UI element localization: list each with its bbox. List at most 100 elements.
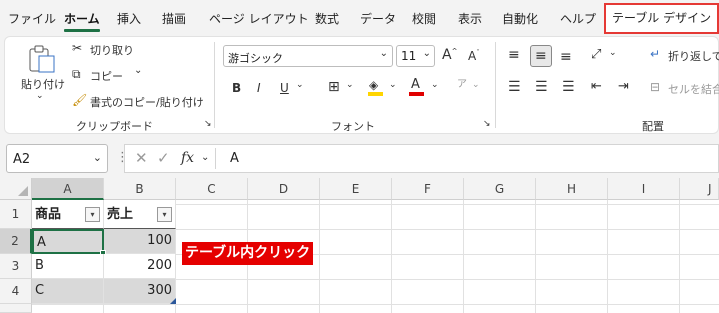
font-group-label: フォント xyxy=(331,120,375,133)
row-header-1[interactable]: 1 xyxy=(0,200,32,229)
formula-input[interactable]: A xyxy=(230,151,239,166)
font-size-select[interactable]: 11 ⌄ xyxy=(396,45,435,67)
bold-icon[interactable]: B xyxy=(232,82,241,94)
align-top-icon[interactable]: ≡ xyxy=(508,48,520,62)
decrease-indent-icon[interactable]: ⇤ xyxy=(591,80,602,93)
insert-function-icon[interactable]: fx xyxy=(181,151,194,165)
scissors-icon: ✂ xyxy=(72,41,83,55)
filter-dropdown-icon[interactable]: ▾ xyxy=(157,207,172,222)
tab-formulas[interactable]: 数式 xyxy=(315,0,339,36)
paste-label: 貼り付け xyxy=(21,78,65,91)
table-header-cell[interactable]: 商品 ▾ xyxy=(32,200,104,229)
wrap-text-label: 折り返して xyxy=(668,50,719,63)
format-painter-icon: 🖌 xyxy=(72,93,88,107)
divider xyxy=(214,42,215,128)
table-cell-selected[interactable]: A xyxy=(32,229,104,254)
tab-review[interactable]: 校閲 xyxy=(412,0,436,36)
column-header-a[interactable]: A xyxy=(32,178,104,200)
format-painter-label: 書式のコピー/貼り付け xyxy=(90,96,204,109)
header-label: 売上 xyxy=(107,207,134,222)
row-header-4[interactable]: 4 xyxy=(0,279,32,304)
enter-icon[interactable]: ✓ xyxy=(157,151,170,166)
align-center-icon[interactable]: ☰ xyxy=(535,80,548,94)
select-all-corner[interactable] xyxy=(0,178,32,200)
tab-view[interactable]: 表示 xyxy=(458,0,482,36)
table-cell[interactable]: C xyxy=(32,279,104,304)
chevron-down-icon: ⌄ xyxy=(36,91,44,101)
column-header-g[interactable]: G xyxy=(464,178,536,200)
phonetic-guide-icon[interactable]: ア xyxy=(457,80,467,90)
chevron-down-icon[interactable]: ⌄ xyxy=(609,49,617,58)
align-left-icon[interactable]: ☰ xyxy=(508,80,521,94)
copy-button[interactable]: ⧉ コピー ⌄ xyxy=(72,66,152,84)
tab-page-layout[interactable]: ページ レイアウト xyxy=(209,0,309,36)
table-cell[interactable]: 300 xyxy=(104,279,176,304)
copy-icon: ⧉ xyxy=(72,67,81,81)
column-header-f[interactable]: F xyxy=(392,178,464,200)
increase-font-icon[interactable]: A^ xyxy=(442,48,457,62)
name-box-value: A2 xyxy=(13,152,31,167)
column-header-b[interactable]: B xyxy=(104,178,176,200)
name-box[interactable]: A2 ⌄ xyxy=(6,144,108,173)
divider xyxy=(215,148,216,169)
column-header-i[interactable]: I xyxy=(608,178,680,200)
row-header-5[interactable] xyxy=(0,304,32,313)
clipboard-group-label: クリップボード xyxy=(76,120,153,133)
fill-color-swatch xyxy=(368,92,383,96)
filter-dropdown-icon[interactable]: ▾ xyxy=(85,207,100,222)
column-header-j[interactable]: J xyxy=(680,178,719,200)
table-resize-handle[interactable] xyxy=(170,298,176,304)
chevron-down-icon[interactable]: ⌄ xyxy=(134,66,142,76)
italic-icon[interactable]: I xyxy=(257,82,261,94)
dialog-launcher-icon[interactable]: ↘ xyxy=(483,120,491,129)
formula-input-area: ✕ ✓ fx ⌄ A xyxy=(124,144,719,173)
underline-icon[interactable]: U xyxy=(280,82,289,94)
orientation-icon[interactable]: ⤢ xyxy=(591,48,601,61)
paste-button[interactable]: 貼り付け ⌄ xyxy=(20,42,65,104)
font-name-select[interactable]: 游ゴシック ⌄ xyxy=(223,45,393,67)
tab-data[interactable]: データ xyxy=(360,0,396,36)
font-color-icon: A xyxy=(411,77,420,92)
tab-automate[interactable]: 自動化 xyxy=(502,0,538,36)
chevron-down-icon[interactable]: ⌄ xyxy=(389,81,397,90)
fill-color-button[interactable]: ◈ xyxy=(368,78,384,98)
increase-indent-icon[interactable]: ⇥ xyxy=(618,80,629,93)
tab-insert[interactable]: 挿入 xyxy=(117,0,141,36)
chevron-down-icon: ⌄ xyxy=(92,151,102,164)
chevron-down-icon[interactable]: ⌄ xyxy=(472,81,480,90)
tab-home[interactable]: ホーム xyxy=(64,0,100,36)
borders-icon[interactable]: ⊞ xyxy=(328,80,340,94)
chevron-down-icon[interactable]: ⌄ xyxy=(296,81,304,90)
tab-draw[interactable]: 描画 xyxy=(162,0,186,36)
dialog-launcher-icon[interactable]: ↘ xyxy=(204,120,212,129)
tab-table-design[interactable]: テーブル デザイン xyxy=(604,3,719,34)
column-header-h[interactable]: H xyxy=(536,178,608,200)
tab-help[interactable]: ヘルプ xyxy=(560,0,596,36)
row-header-3[interactable]: 3 xyxy=(0,254,32,279)
chevron-down-icon[interactable]: ⌄ xyxy=(431,81,439,90)
paint-bucket-icon: ◈ xyxy=(369,78,379,92)
table-cell[interactable]: B xyxy=(32,254,104,279)
row-header-2[interactable]: 2 xyxy=(0,229,32,254)
column-header-e[interactable]: E xyxy=(320,178,392,200)
table-cell[interactable]: 200 xyxy=(104,254,176,279)
column-header-c[interactable]: C xyxy=(176,178,248,200)
align-bottom-icon[interactable]: ≡ xyxy=(560,50,572,64)
decrease-font-icon[interactable]: Aˇ xyxy=(468,50,480,63)
chevron-down-icon[interactable]: ⌄ xyxy=(346,81,354,90)
table-header-cell[interactable]: 売上 ▾ xyxy=(104,200,176,229)
chevron-down-icon[interactable]: ⌄ xyxy=(201,153,209,163)
divider xyxy=(495,42,496,128)
table-cell[interactable]: 100 xyxy=(104,229,176,254)
align-middle-button[interactable]: ≡ xyxy=(530,45,552,67)
formula-bar: A2 ⌄ ⋮ ✕ ✓ fx ⌄ A xyxy=(0,140,719,176)
column-header-d[interactable]: D xyxy=(248,178,320,200)
select-all-icon xyxy=(18,186,28,196)
wrap-text-icon: ↵ xyxy=(650,47,661,61)
chevron-down-icon: ⌄ xyxy=(379,48,388,59)
font-color-button[interactable]: A xyxy=(409,78,425,98)
tab-file[interactable]: ファイル xyxy=(8,0,56,36)
align-right-icon[interactable]: ☰ xyxy=(562,80,575,94)
cancel-icon[interactable]: ✕ xyxy=(135,151,148,166)
annotation-label: テーブル内クリック xyxy=(182,242,314,265)
